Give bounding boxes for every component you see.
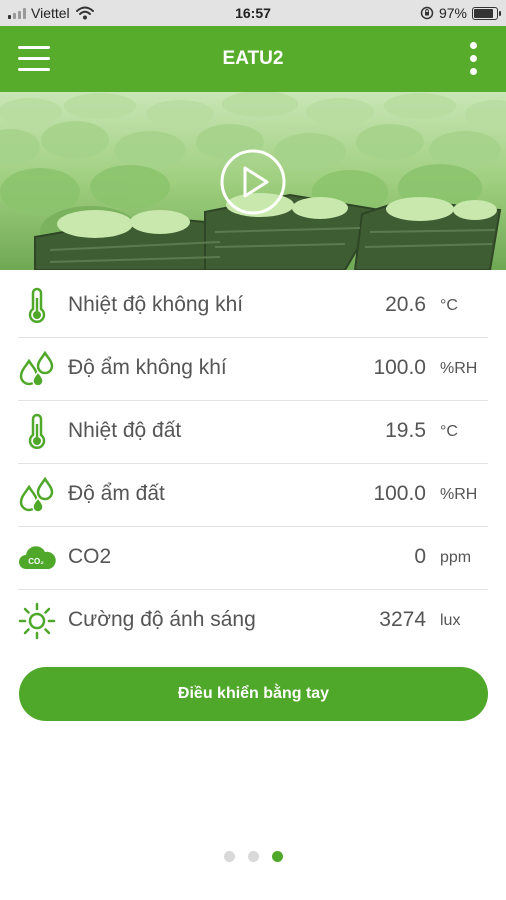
- battery-percent: 97%: [438, 5, 467, 21]
- battery-icon: [472, 6, 501, 20]
- sensor-row-air-temperature: Nhiệt độ không khí 20.6 °C: [18, 275, 488, 338]
- sensor-value: 3274: [379, 608, 426, 631]
- sensor-unit: lux: [440, 612, 461, 629]
- sensor-value: 20.6: [385, 293, 426, 316]
- droplets-icon: [19, 350, 54, 387]
- sensor-unit: %RH: [440, 486, 478, 503]
- sensor-unit: °C: [440, 297, 458, 314]
- status-right: 97%: [420, 5, 501, 21]
- sensor-value: 100.0: [373, 356, 426, 379]
- sensor-label: Cường độ ánh sáng: [68, 608, 256, 631]
- droplets-icon: [19, 476, 54, 513]
- more-vertical-icon[interactable]: [468, 42, 480, 76]
- sensor-value: 0: [414, 545, 426, 568]
- sensor-value: 100.0: [373, 482, 426, 505]
- page-title: EATU2: [222, 48, 284, 69]
- sensor-label: Độ ẩm không khí: [68, 356, 227, 379]
- page-dot-2[interactable]: [247, 851, 259, 862]
- thermometer-icon: [28, 287, 46, 323]
- sensor-row-soil-temperature: Nhiệt độ đất 19.5 °C: [18, 401, 488, 464]
- app-header: EATU2: [0, 26, 506, 92]
- manual-control-button[interactable]: Điều khiển bằng tay: [19, 667, 488, 721]
- page-dot-3[interactable]: [271, 851, 283, 862]
- sensor-unit: ppm: [440, 549, 472, 566]
- sensor-unit: %RH: [440, 360, 478, 377]
- sensor-list: Nhiệt độ không khí 20.6 °C Độ ẩm không k…: [18, 275, 488, 652]
- svg-text:CO₂: CO₂: [28, 557, 44, 566]
- sensor-row-soil-humidity: Độ ẩm đất 100.0 %RH: [18, 464, 488, 527]
- battery-fill: [474, 8, 493, 18]
- sensor-label: Độ ẩm đất: [68, 482, 165, 505]
- co2-cloud-icon: CO₂: [19, 546, 56, 569]
- sensor-value: 19.5: [385, 419, 426, 442]
- sun-icon: [18, 602, 56, 640]
- sensor-label: Nhiệt độ đất: [68, 419, 182, 442]
- page-dot-1[interactable]: [223, 851, 235, 862]
- play-icon[interactable]: [220, 149, 286, 215]
- sensor-row-light-intensity: Cường độ ánh sáng 3274 lux: [18, 590, 488, 652]
- rotation-lock-icon: [420, 6, 434, 20]
- sensor-label: CO2: [68, 545, 112, 568]
- thermometer-icon: [28, 413, 46, 449]
- sensor-unit: °C: [440, 423, 458, 440]
- page-indicator: [0, 851, 506, 862]
- sensor-row-co2: CO₂ CO2 0 ppm: [18, 527, 488, 590]
- status-bar: Viettel 16:57 97%: [0, 0, 506, 26]
- sensor-label: Nhiệt độ không khí: [68, 293, 244, 316]
- sensor-row-air-humidity: Độ ẩm không khí 100.0 %RH: [18, 338, 488, 401]
